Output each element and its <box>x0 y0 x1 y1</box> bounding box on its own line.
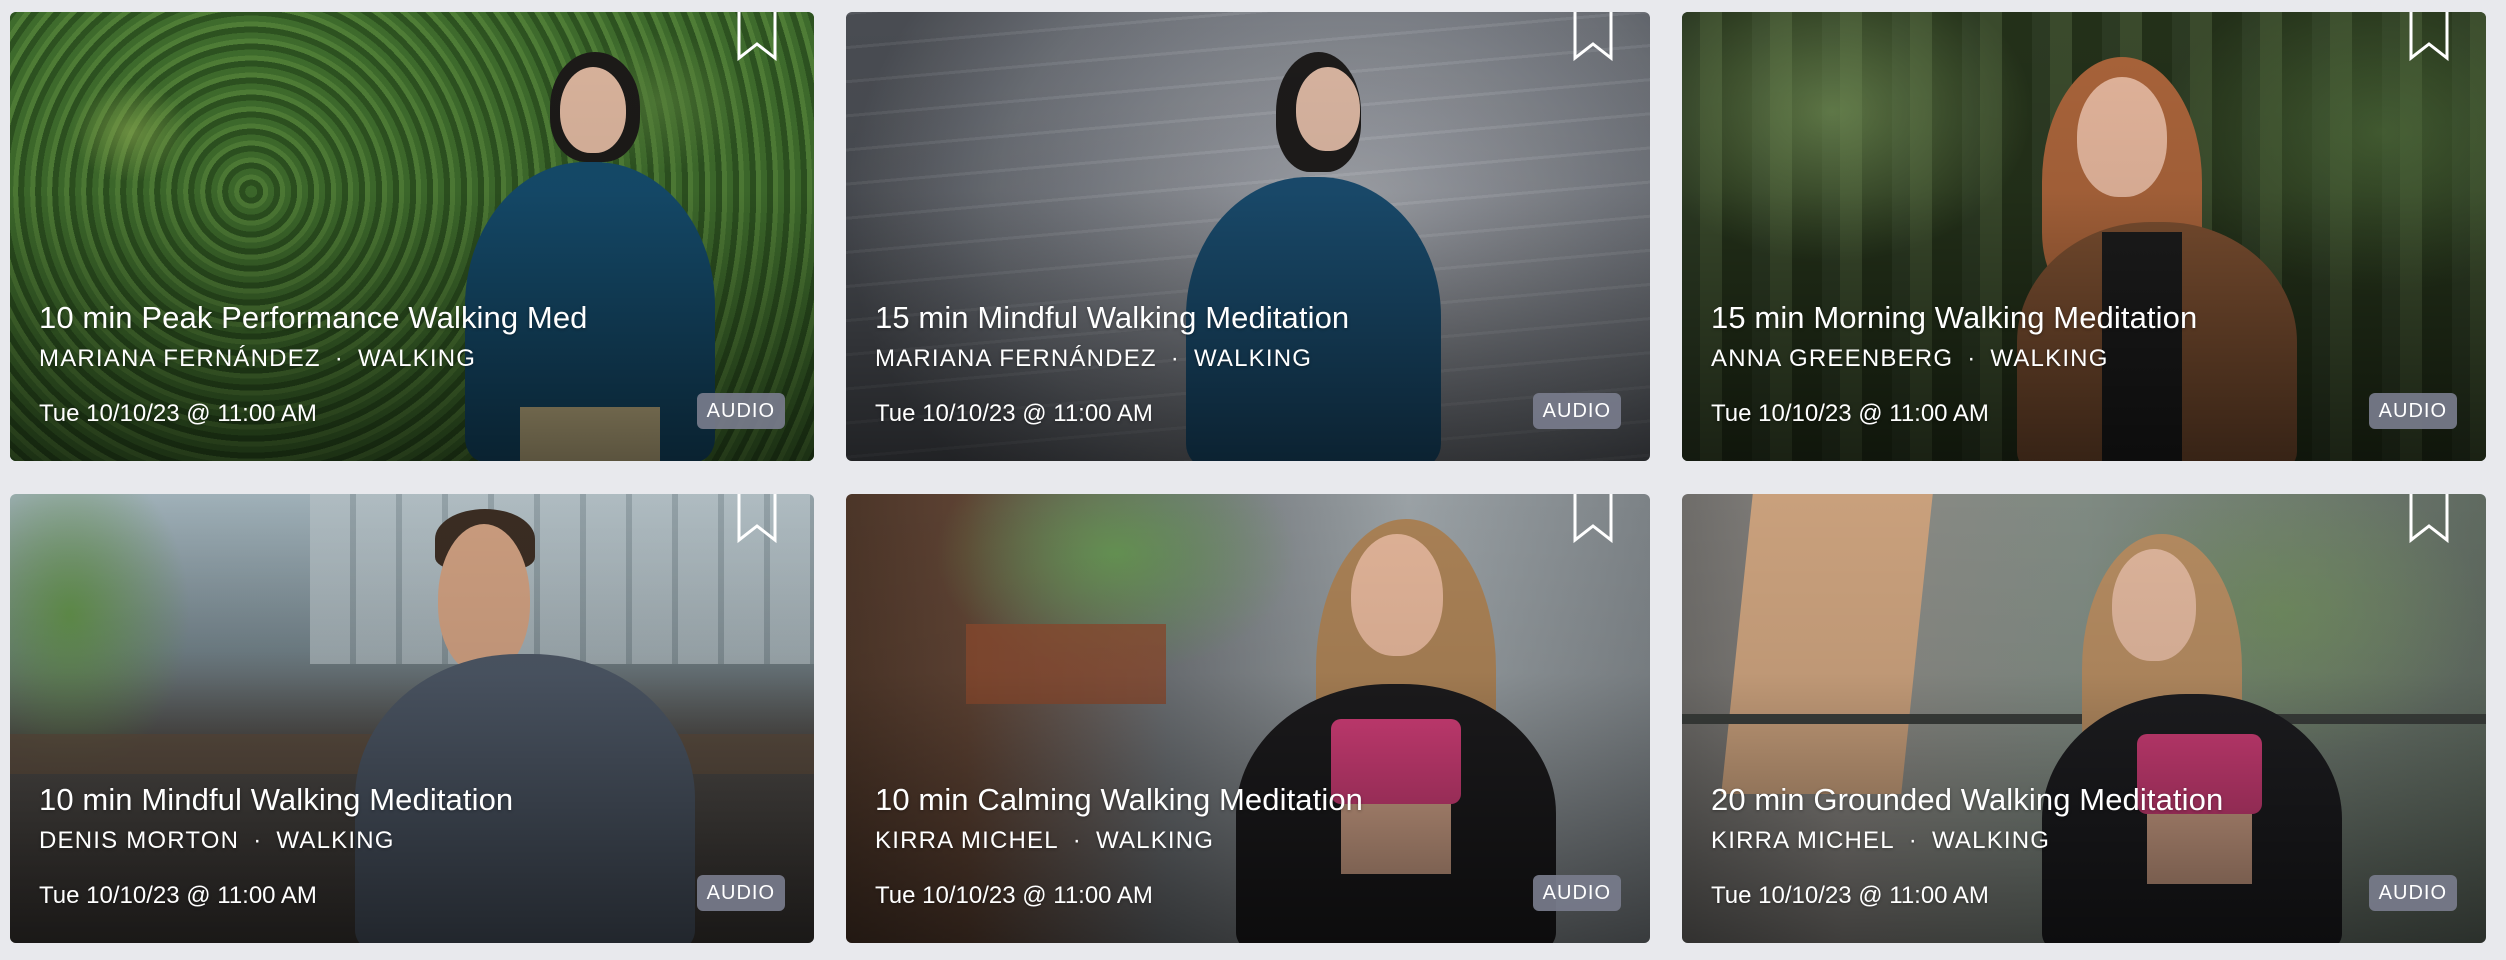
class-card[interactable]: 15 min Mindful Walking Meditation MARIAN… <box>846 12 1650 461</box>
class-meta: ANNA GREENBERG · WALKING <box>1711 345 2109 373</box>
separator-dot: · <box>1072 827 1082 854</box>
audio-badge: AUDIO <box>2368 393 2457 429</box>
discipline-label: WALKING <box>1990 345 2109 372</box>
class-meta: MARIANA FERNÁNDEZ · WALKING <box>39 345 476 373</box>
class-title: 15 min Morning Walking Meditation <box>1711 300 2198 335</box>
class-meta: KIRRA MICHEL · WALKING <box>875 827 1214 855</box>
class-meta: DENIS MORTON · WALKING <box>39 827 395 855</box>
audio-badge: AUDIO <box>696 393 785 429</box>
class-title: 15 min Mindful Walking Meditation <box>875 300 1350 335</box>
discipline-label: WALKING <box>357 345 477 372</box>
audio-badge: AUDIO <box>2368 875 2457 911</box>
class-title: 10 min Peak Performance Walking Med <box>39 300 588 335</box>
separator-dot: · <box>334 345 344 372</box>
instructor-name: KIRRA MICHEL <box>875 827 1059 854</box>
class-meta: KIRRA MICHEL · WALKING <box>1711 827 2050 855</box>
class-card[interactable]: 10 min Calming Walking Meditation KIRRA … <box>846 494 1650 943</box>
instructor-name: DENIS MORTON <box>39 827 240 854</box>
class-card[interactable]: 20 min Grounded Walking Meditation KIRRA… <box>1682 494 2486 943</box>
bookmark-icon[interactable] <box>1572 494 1614 544</box>
instructor-name: ANNA GREENBERG <box>1711 345 1954 372</box>
class-date: Tue 10/10/23 @ 11:00 AM <box>1711 882 1989 909</box>
discipline-label: WALKING <box>1193 345 1313 372</box>
class-date: Tue 10/10/23 @ 11:00 AM <box>39 882 317 909</box>
separator-dot: · <box>1967 345 1977 372</box>
separator-dot: · <box>1908 827 1918 854</box>
discipline-label: WALKING <box>1931 827 2051 854</box>
instructor-name: MARIANA FERNÁNDEZ <box>39 345 321 372</box>
bookmark-icon[interactable] <box>2408 12 2450 62</box>
class-meta: MARIANA FERNÁNDEZ · WALKING <box>875 345 1312 373</box>
class-card[interactable]: 10 min Peak Performance Walking Med MARI… <box>10 12 814 461</box>
class-card[interactable]: 15 min Morning Walking Meditation ANNA G… <box>1682 12 2486 461</box>
class-date: Tue 10/10/23 @ 11:00 AM <box>1711 400 1989 427</box>
separator-dot: · <box>253 827 263 854</box>
bookmark-icon[interactable] <box>736 494 778 544</box>
class-title: 10 min Mindful Walking Meditation <box>39 782 514 817</box>
discipline-label: WALKING <box>1095 827 1215 854</box>
class-title: 20 min Grounded Walking Meditation <box>1711 782 2224 817</box>
class-grid: 10 min Peak Performance Walking Med MARI… <box>10 12 2486 943</box>
separator-dot: · <box>1170 345 1180 372</box>
audio-badge: AUDIO <box>1532 393 1621 429</box>
instructor-name: KIRRA MICHEL <box>1711 827 1895 854</box>
class-date: Tue 10/10/23 @ 11:00 AM <box>875 400 1153 427</box>
class-date: Tue 10/10/23 @ 11:00 AM <box>875 882 1153 909</box>
class-card[interactable]: 10 min Mindful Walking Meditation DENIS … <box>10 494 814 943</box>
audio-badge: AUDIO <box>1532 875 1621 911</box>
class-title: 10 min Calming Walking Meditation <box>875 782 1364 817</box>
bookmark-icon[interactable] <box>736 12 778 62</box>
bookmark-icon[interactable] <box>1572 12 1614 62</box>
audio-badge: AUDIO <box>696 875 785 911</box>
bookmark-icon[interactable] <box>2408 494 2450 544</box>
discipline-label: WALKING <box>276 827 395 854</box>
instructor-name: MARIANA FERNÁNDEZ <box>875 345 1157 372</box>
class-date: Tue 10/10/23 @ 11:00 AM <box>39 400 317 427</box>
